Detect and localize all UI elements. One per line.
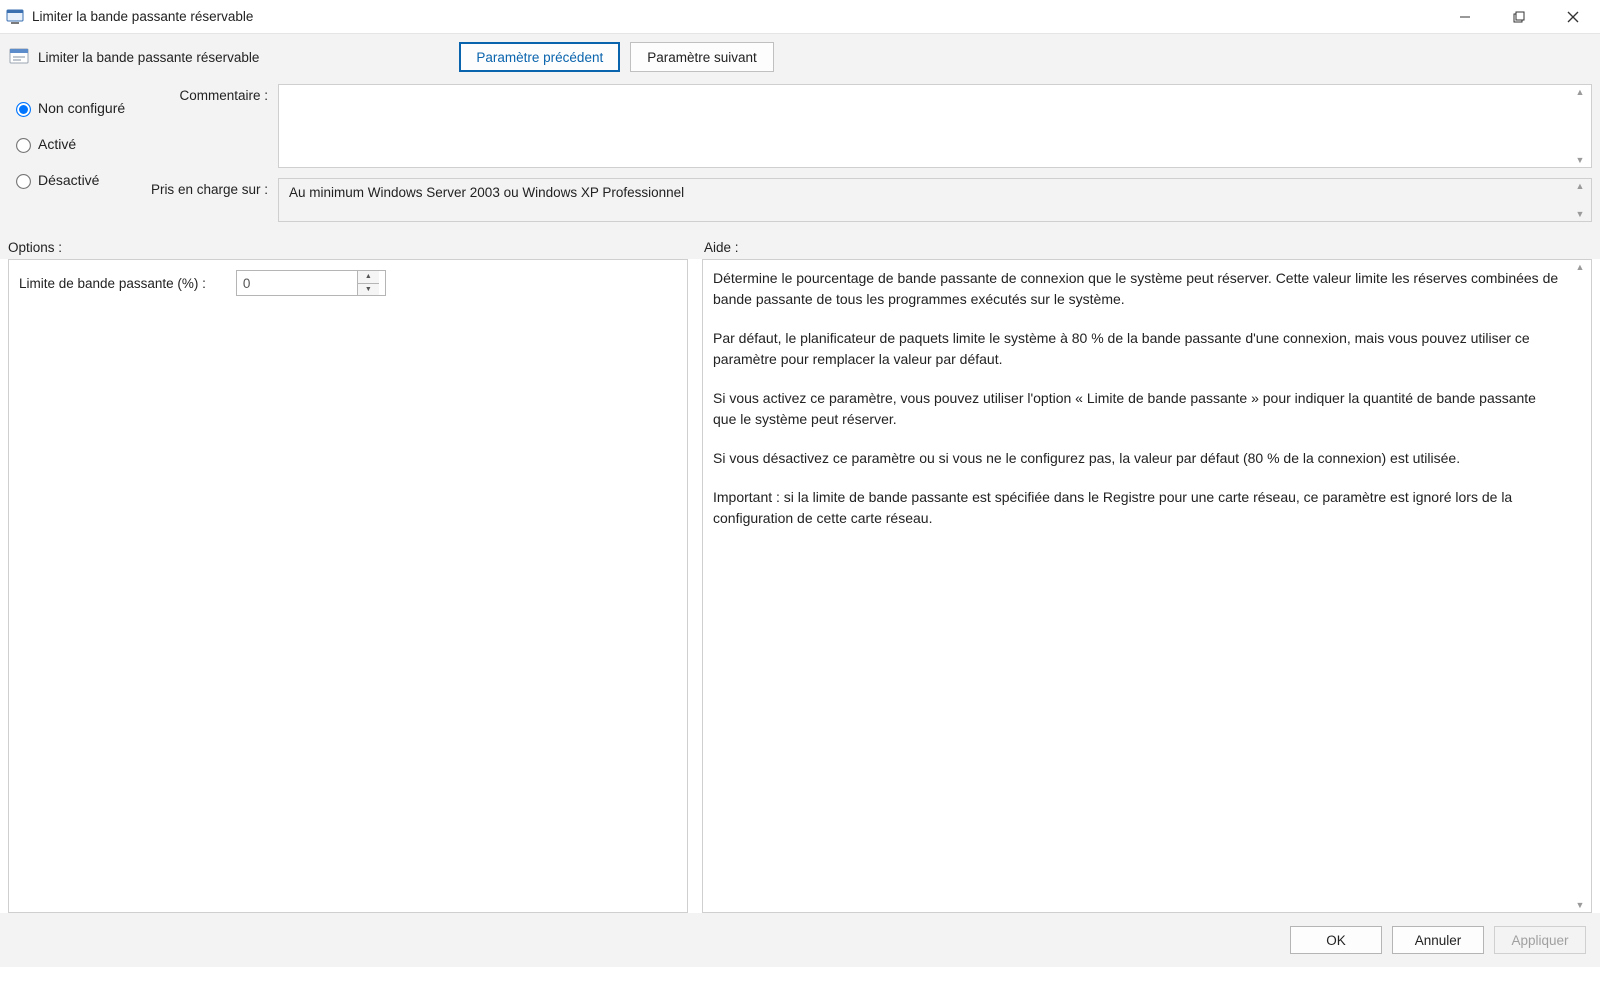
chevron-up-icon[interactable]: ▲ bbox=[1576, 181, 1585, 191]
help-heading: Aide : bbox=[704, 240, 739, 255]
radio-disabled[interactable]: Désactivé bbox=[12, 172, 148, 188]
chevron-down-icon[interactable]: ▼ bbox=[1576, 209, 1585, 219]
help-p2: Par défaut, le planificateur de paquets … bbox=[713, 328, 1559, 370]
help-scrollbar[interactable]: ▲ ▼ bbox=[1571, 262, 1589, 910]
previous-setting-button[interactable]: Paramètre précédent bbox=[459, 42, 620, 72]
radio-enabled[interactable]: Activé bbox=[12, 136, 148, 152]
policy-icon bbox=[8, 46, 30, 68]
radio-disabled-input[interactable] bbox=[16, 174, 31, 189]
config-area: Non configuré Activé Désactivé Commentai… bbox=[0, 84, 1600, 232]
app-icon bbox=[6, 8, 24, 26]
help-p1: Détermine le pourcentage de bande passan… bbox=[713, 268, 1559, 310]
bandwidth-limit-label: Limite de bande passante (%) : bbox=[19, 276, 206, 291]
chevron-up-icon[interactable]: ▲ bbox=[1576, 87, 1585, 97]
chevron-down-icon[interactable]: ▼ bbox=[1576, 155, 1585, 165]
cancel-button[interactable]: Annuler bbox=[1392, 926, 1484, 954]
radio-not-configured[interactable]: Non configuré bbox=[12, 100, 148, 116]
header-zone: Limiter la bande passante réservable Par… bbox=[0, 34, 1600, 84]
help-p3: Si vous activez ce paramètre, vous pouve… bbox=[713, 388, 1559, 430]
bandwidth-limit-spinner[interactable]: ▲ ▼ bbox=[236, 270, 386, 296]
window-title: Limiter la bande passante réservable bbox=[32, 9, 253, 24]
comment-scrollbar[interactable]: ▲ ▼ bbox=[1571, 87, 1589, 165]
close-button[interactable] bbox=[1546, 0, 1600, 34]
radio-not-configured-input[interactable] bbox=[16, 102, 31, 117]
spinner-up-button[interactable]: ▲ bbox=[358, 271, 379, 284]
dialog-footer: OK Annuler Appliquer bbox=[0, 913, 1600, 967]
chevron-down-icon[interactable]: ▼ bbox=[1576, 900, 1585, 910]
radio-not-configured-label: Non configuré bbox=[38, 100, 125, 116]
options-panel: Limite de bande passante (%) : ▲ ▼ bbox=[8, 259, 688, 913]
comment-label: Commentaire : bbox=[179, 88, 268, 103]
bandwidth-limit-input[interactable] bbox=[237, 271, 357, 295]
maximize-button[interactable] bbox=[1492, 0, 1546, 34]
spinner-down-button[interactable]: ▼ bbox=[358, 284, 379, 296]
chevron-up-icon[interactable]: ▲ bbox=[1576, 262, 1585, 272]
ok-button[interactable]: OK bbox=[1290, 926, 1382, 954]
policy-title: Limiter la bande passante réservable bbox=[38, 50, 259, 65]
titlebar: Limiter la bande passante réservable bbox=[0, 0, 1600, 34]
supported-field: Au minimum Windows Server 2003 ou Window… bbox=[278, 178, 1592, 222]
panels: Limite de bande passante (%) : ▲ ▼ Déter… bbox=[0, 259, 1600, 913]
minimize-button[interactable] bbox=[1438, 0, 1492, 34]
apply-button[interactable]: Appliquer bbox=[1494, 926, 1586, 954]
state-radios: Non configuré Activé Désactivé bbox=[8, 84, 148, 208]
help-panel: Détermine le pourcentage de bande passan… bbox=[702, 259, 1592, 913]
supported-scrollbar[interactable]: ▲ ▼ bbox=[1571, 181, 1589, 219]
panel-labels: Options : Aide : bbox=[0, 232, 1600, 259]
next-setting-button[interactable]: Paramètre suivant bbox=[630, 42, 774, 72]
help-p4: Si vous désactivez ce paramètre ou si vo… bbox=[713, 448, 1559, 469]
help-p5: Important : si la limite de bande passan… bbox=[713, 487, 1559, 529]
radio-disabled-label: Désactivé bbox=[38, 172, 99, 188]
comment-field[interactable]: ▲ ▼ bbox=[278, 84, 1592, 168]
radio-enabled-label: Activé bbox=[38, 136, 76, 152]
options-heading: Options : bbox=[8, 240, 62, 255]
radio-enabled-input[interactable] bbox=[16, 138, 31, 153]
supported-label: Pris en charge sur : bbox=[151, 182, 268, 197]
supported-value: Au minimum Windows Server 2003 ou Window… bbox=[289, 185, 684, 200]
help-text: Détermine le pourcentage de bande passan… bbox=[703, 260, 1591, 555]
